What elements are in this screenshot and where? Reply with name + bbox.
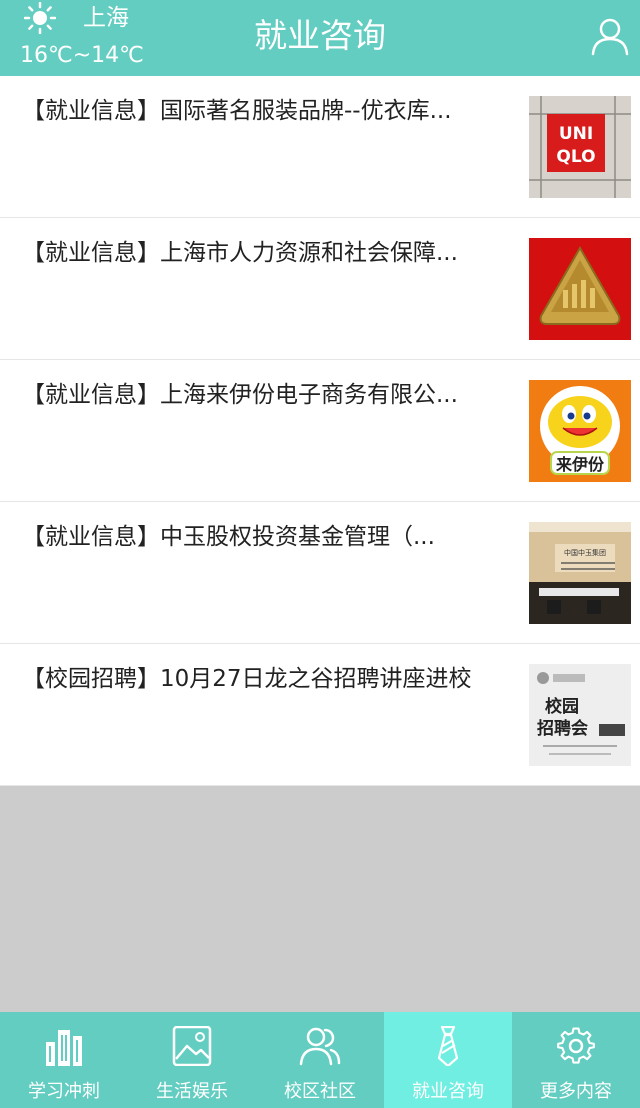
tab-more[interactable]: 更多内容 [512, 1012, 640, 1108]
svg-text:UNI: UNI [559, 124, 593, 144]
user-icon[interactable] [590, 16, 630, 56]
tie-icon [437, 1026, 459, 1066]
news-title: 【就业信息】中玉股权投资基金管理（... [22, 524, 435, 550]
news-thumbnail-emblem [529, 238, 631, 340]
news-thumbnail-laiyifen: 来伊份 [529, 380, 631, 482]
tab-study[interactable]: 学习冲刺 [0, 1012, 128, 1108]
tab-label: 更多内容 [540, 1081, 612, 1102]
page-title: 就业咨询 [254, 16, 386, 55]
svg-text:来伊份: 来伊份 [555, 455, 605, 474]
news-title: 【就业信息】上海来伊份电子商务有限公... [22, 382, 458, 408]
gear-icon [557, 1027, 595, 1064]
tab-life[interactable]: 生活娱乐 [128, 1012, 256, 1108]
news-list: 【就业信息】国际著名服装品牌--优衣库... UNI QLO 【就业信息】上海市… [0, 76, 640, 786]
top-header: 上海 16℃~14℃ 就业咨询 [0, 0, 640, 76]
picture-icon [172, 1026, 212, 1066]
news-title: 【校园招聘】10月27日龙之谷招聘讲座进校 [22, 666, 472, 692]
news-thumbnail-uniqlo: UNI QLO [529, 96, 631, 198]
news-title: 【就业信息】上海市人力资源和社会保障... [22, 240, 458, 266]
bottom-tab-bar: 学习冲刺 生活娱乐 校区社区 就业咨询 更多内容 [0, 1012, 640, 1108]
tab-label: 生活娱乐 [156, 1081, 228, 1102]
svg-text:校园: 校园 [545, 696, 579, 717]
news-title: 【就业信息】国际著名服装品牌--优衣库... [22, 98, 452, 124]
news-thumbnail-campus-recruitment: 校园 招聘会 [529, 664, 631, 766]
news-item[interactable]: 【就业信息】上海来伊份电子商务有限公... 来伊份 [0, 360, 640, 502]
svg-text:招聘会: 招聘会 [537, 718, 588, 739]
tab-employment[interactable]: 就业咨询 [384, 1012, 512, 1108]
tab-label: 校区社区 [284, 1081, 356, 1102]
tab-label: 就业咨询 [412, 1081, 484, 1102]
buildings-icon [46, 1030, 82, 1066]
svg-text:QLO: QLO [556, 147, 595, 167]
news-item[interactable]: 【就业信息】上海市人力资源和社会保障... [0, 218, 640, 360]
tab-label: 学习冲刺 [28, 1081, 100, 1102]
tab-community[interactable]: 校区社区 [256, 1012, 384, 1108]
news-item[interactable]: 【就业信息】中玉股权投资基金管理（... 中国中玉集团 [0, 502, 640, 644]
users-icon [299, 1027, 341, 1066]
svg-text:中国中玉集团: 中国中玉集团 [564, 548, 606, 557]
news-item[interactable]: 【就业信息】国际著名服装品牌--优衣库... UNI QLO [0, 76, 640, 218]
news-thumbnail-zhongyu: 中国中玉集团 [529, 522, 631, 624]
news-item[interactable]: 【校园招聘】10月27日龙之谷招聘讲座进校 校园 招聘会 [0, 644, 640, 786]
